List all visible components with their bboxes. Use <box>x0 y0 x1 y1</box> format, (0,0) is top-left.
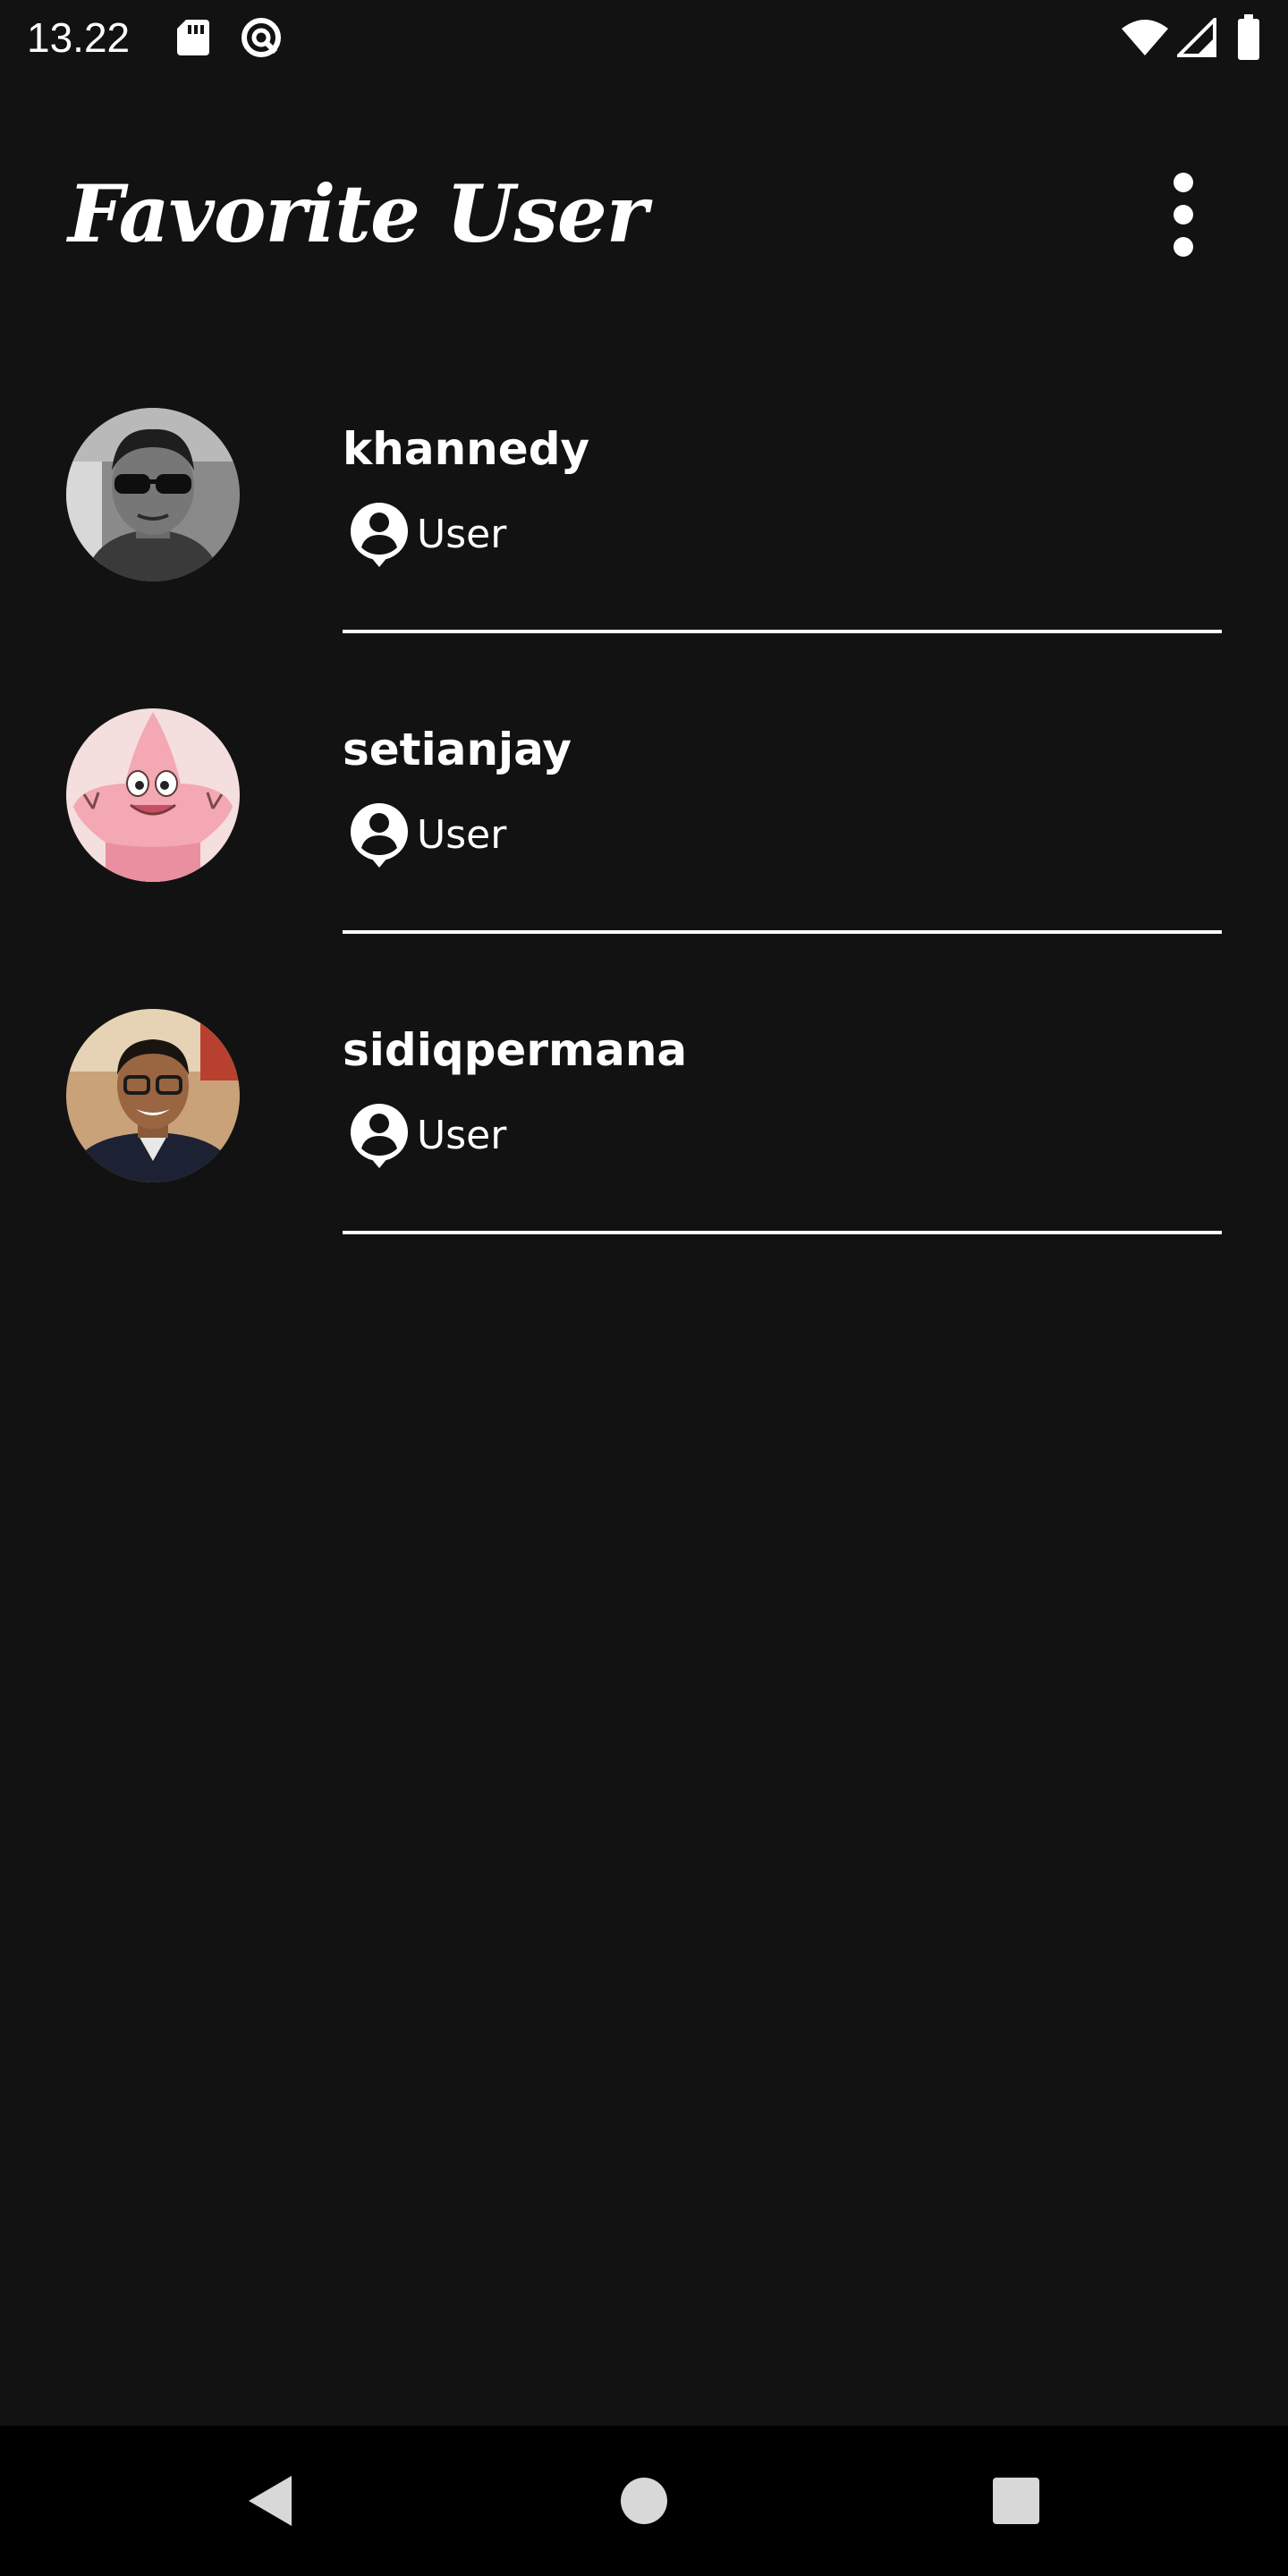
sync-icon <box>242 18 281 57</box>
recents-icon[interactable] <box>987 2472 1045 2529</box>
navigation-bar <box>0 2426 1288 2576</box>
favorite-user-list: khannedy User setianjay User sidiqperman… <box>0 376 1288 1277</box>
user-type-label: User <box>417 812 507 858</box>
status-bar: 13.22 <box>0 0 1288 75</box>
page-title: Favorite User <box>68 167 648 260</box>
account-pin-icon <box>351 1104 408 1168</box>
status-time: 13.22 <box>27 14 131 61</box>
list-item[interactable]: setianjay User <box>0 676 1288 977</box>
app-bar: Favorite User <box>0 134 1288 295</box>
sdcard-icon <box>177 20 209 55</box>
back-icon[interactable] <box>242 2472 299 2529</box>
home-icon[interactable] <box>615 2472 673 2529</box>
user-type: User <box>349 501 506 569</box>
divider <box>343 630 1222 633</box>
battery-icon <box>1238 14 1259 60</box>
avatar <box>66 1009 240 1182</box>
divider <box>343 930 1222 934</box>
user-type: User <box>349 1102 506 1170</box>
username: setianjay <box>343 724 572 775</box>
username: khannedy <box>343 423 590 475</box>
account-pin-icon <box>351 803 408 868</box>
signal-icon <box>1177 18 1216 57</box>
user-type-label: User <box>417 512 507 557</box>
avatar <box>66 408 240 581</box>
user-type: User <box>349 801 506 869</box>
avatar <box>66 708 240 882</box>
list-item[interactable]: sidiqpermana User <box>0 977 1288 1277</box>
wifi-icon <box>1122 20 1168 55</box>
more-vert-icon[interactable] <box>1154 170 1213 259</box>
username: sidiqpermana <box>343 1024 688 1076</box>
list-item[interactable]: khannedy User <box>0 376 1288 676</box>
user-type-label: User <box>417 1113 507 1158</box>
divider <box>343 1231 1222 1234</box>
account-pin-icon <box>351 503 408 567</box>
